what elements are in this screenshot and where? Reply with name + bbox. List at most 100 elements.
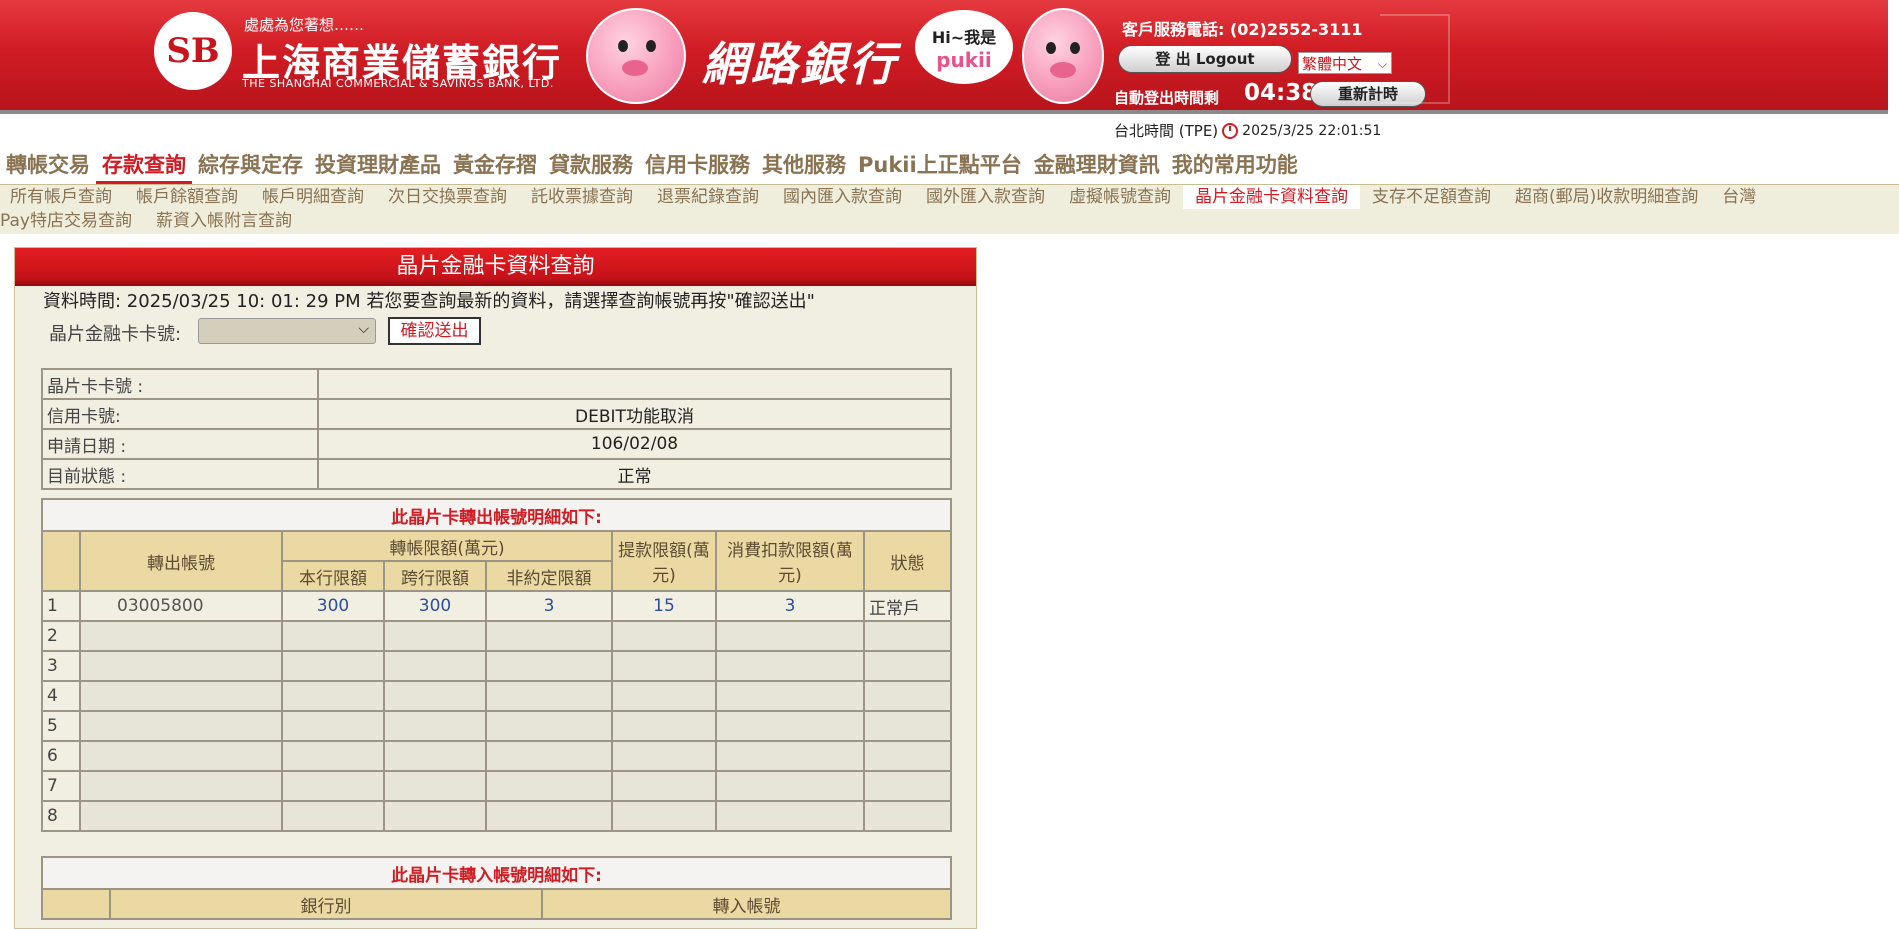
confirm-submit-button[interactable]: 確認送出 <box>388 317 481 345</box>
cell-inter <box>383 770 487 802</box>
sub-nav-row-1: 所有帳戶查詢 帳戶餘額查詢 帳戶明細查詢 次日交換票查詢 託收票據查詢 退票紀錄查詢 國內匯… <box>0 185 1768 209</box>
card-info-value: 正常 <box>317 458 952 490</box>
transfer-in-account-header: 轉入帳號 <box>541 888 952 920</box>
non-designated-limit-header: 非約定限額 <box>485 560 613 592</box>
cell-inter <box>383 620 487 652</box>
bank-header: 銀行別 <box>109 888 543 920</box>
sub-nav-item[interactable]: 虛擬帳號查詢 <box>1057 185 1183 209</box>
current-datetime: 2025/3/25 22:01:51 <box>1242 122 1382 139</box>
header-banner: SB 處處為您著想…… 上海商業儲蓄銀行 THE SHANGHAI COMMER… <box>0 0 1888 114</box>
table-row: 申請日期 :106/02/08 <box>41 428 952 460</box>
cell-index: 2 <box>41 620 81 652</box>
cell-purchase <box>715 800 865 832</box>
sub-nav-item[interactable]: 所有帳戶查詢 <box>0 185 124 209</box>
cell-withdraw <box>611 680 717 712</box>
table-row: 晶片卡卡號 : <box>41 368 952 400</box>
card-info-label: 晶片卡卡號 : <box>41 368 319 400</box>
cell-withdraw <box>611 650 717 682</box>
sub-nav-item[interactable]: 超商(郵局)收款明細查詢 <box>1503 185 1710 209</box>
purchase-limit-header: 消費扣款限額(萬元) <box>715 530 865 592</box>
cell-status <box>863 740 952 772</box>
card-info-label: 目前狀態 : <box>41 458 319 490</box>
netbank-title: 網路銀行 <box>702 37 898 91</box>
cell-own <box>281 800 385 832</box>
withdraw-limit-header: 提款限額(萬元) <box>611 530 717 592</box>
transfer-limit-header: 轉帳限額(萬元) <box>281 530 613 562</box>
main-nav-item[interactable]: Pukii上正點平台 <box>852 148 1028 184</box>
cell-non <box>485 770 613 802</box>
table-row: 5 <box>41 710 952 742</box>
cell-index: 7 <box>41 770 81 802</box>
cell-non <box>485 740 613 772</box>
cell-account <box>79 620 283 652</box>
sub-nav-item[interactable]: 託收票據查詢 <box>519 185 645 209</box>
card-info-value <box>317 368 952 400</box>
cell-purchase <box>715 620 865 652</box>
sub-nav-item[interactable]: 帳戶明細查詢 <box>250 185 376 209</box>
language-select[interactable]: 繁體中文 ⌵ <box>1298 52 1392 74</box>
cell-index: 4 <box>41 680 81 712</box>
sub-nav-item[interactable]: Pay特店交易查詢 <box>0 209 144 233</box>
card-info-value: DEBIT功能取消 <box>317 398 952 430</box>
main-nav-item[interactable]: 黃金存摺 <box>447 148 543 184</box>
sub-nav-row-2: Pay特店交易查詢 薪資入帳附言查詢 <box>0 209 304 233</box>
cell-withdraw <box>611 710 717 742</box>
cell-non <box>485 650 613 682</box>
sub-nav-item[interactable]: 次日交換票查詢 <box>376 185 519 209</box>
bank-name-english: THE SHANGHAI COMMERCIAL & SAVINGS BANK, … <box>242 77 554 90</box>
main-nav-item[interactable]: 我的常用功能 <box>1166 148 1304 184</box>
table-row: 8 <box>41 800 952 832</box>
cell-own: 300 <box>281 590 385 622</box>
cell-inter: 300 <box>383 590 487 622</box>
cell-own <box>281 620 385 652</box>
bubble-brand: pukii <box>936 48 992 72</box>
table-row: 4 <box>41 680 952 712</box>
logout-button[interactable]: 登 出 Logout <box>1118 45 1292 73</box>
cell-withdraw <box>611 770 717 802</box>
inter-bank-limit-header: 跨行限額 <box>383 560 487 592</box>
main-nav-item[interactable]: 信用卡服務 <box>639 148 756 184</box>
cell-status <box>863 770 952 802</box>
card-info-table: 晶片卡卡號 : 信用卡號: DEBIT功能取消 申請日期 :106/02/08 目前狀態… <box>41 368 952 490</box>
table-row: 6 <box>41 740 952 772</box>
cell-purchase <box>715 650 865 682</box>
cell-account: 03005800 <box>79 590 283 622</box>
card-info-value: 106/02/08 <box>317 428 952 460</box>
main-nav-item[interactable]: 存款查詢 <box>96 148 192 184</box>
table-row: 目前狀態 : 正常 <box>41 458 952 490</box>
cell-non <box>485 620 613 652</box>
sub-nav-item[interactable]: 退票紀錄查詢 <box>645 185 771 209</box>
main-navigation: 轉帳交易 存款查詢 綜存與定存 投資理財產品 黃金存摺 貸款服務 信用卡服務 其他服務 Puki… <box>0 148 1304 184</box>
bank-logo-icon: SB <box>154 12 232 90</box>
main-nav-item[interactable]: 其他服務 <box>756 148 852 184</box>
cell-withdraw: 15 <box>611 590 717 622</box>
sub-nav-item[interactable]: 國內匯入款查詢 <box>771 185 914 209</box>
main-nav-item[interactable]: 投資理財產品 <box>309 148 447 184</box>
card-number-select[interactable]: ⌵ <box>198 318 376 344</box>
auto-logout-countdown: 04:38 <box>1244 80 1318 106</box>
transfer-out-table: 此晶片卡轉出帳號明細如下: 轉出帳號 轉帳限額(萬元) 提款限額(萬元) 消費扣… <box>41 498 952 832</box>
table-row: 7 <box>41 770 952 802</box>
main-nav-item[interactable]: 轉帳交易 <box>0 148 96 184</box>
cell-purchase <box>715 740 865 772</box>
sub-nav-item[interactable]: 支存不足額查詢 <box>1360 185 1503 209</box>
sub-nav-item[interactable]: 帳戶餘額查詢 <box>124 185 250 209</box>
sub-nav-item[interactable]: 晶片金融卡資料查詢 <box>1183 185 1360 209</box>
clock-icon <box>1222 122 1239 139</box>
taipei-time: 台北時間 (TPE) 2025/3/25 22:01:51 <box>1114 120 1381 141</box>
table-row: 2 <box>41 620 952 652</box>
transfer-in-caption: 此晶片卡轉入帳號明細如下: <box>41 856 952 890</box>
transfer-in-table: 此晶片卡轉入帳號明細如下: 銀行別 轉入帳號 <box>41 856 952 920</box>
bubble-greeting: Hi~我是 <box>931 28 997 47</box>
main-nav-item[interactable]: 金融理財資訊 <box>1028 148 1166 184</box>
main-nav-item[interactable]: 貸款服務 <box>543 148 639 184</box>
sub-nav-item[interactable]: 薪資入帳附言查詢 <box>144 209 304 233</box>
sub-nav-item[interactable]: 國外匯入款查詢 <box>914 185 1057 209</box>
cell-inter <box>383 650 487 682</box>
cell-account <box>79 740 283 772</box>
cell-status: 正常戶 <box>863 590 952 622</box>
sub-nav-item[interactable]: 台灣 <box>1710 185 1768 209</box>
cell-status <box>863 680 952 712</box>
main-nav-item[interactable]: 綜存與定存 <box>192 148 309 184</box>
cell-status <box>863 620 952 652</box>
